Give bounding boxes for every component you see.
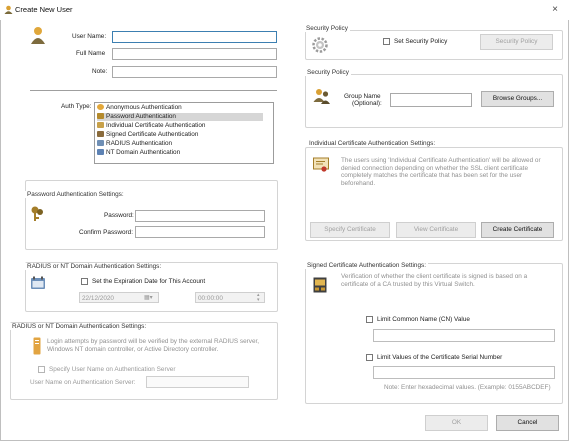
gear-icon [312,37,328,53]
expiration-time-picker[interactable]: 00:00:00 ▴ ▾ [195,292,265,303]
note-input[interactable] [112,66,277,78]
title-bar [0,0,569,20]
security-policy-button[interactable]: Security Policy [480,34,553,50]
certificate-icon [97,122,104,129]
radius-description: Login attempts by password will be verif… [47,338,260,353]
auth-type-list[interactable]: Anonymous Authentication Password Authen… [94,102,274,164]
create-certificate-button[interactable]: Create Certificate [481,222,554,238]
browse-groups-button[interactable]: Browse Groups... [481,91,554,107]
cancel-button[interactable]: Cancel [496,415,559,431]
key-pair-icon [31,206,43,221]
time-spinner-icon[interactable]: ▴ ▾ [257,293,260,303]
key-icon [97,113,104,120]
individual-cert-title: Individual Certificate Authentication Se… [307,140,438,147]
confirm-password-input[interactable] [135,226,265,238]
group-name-input[interactable] [390,93,472,107]
password-input[interactable] [135,210,265,222]
limit-cn-label: Limit Common Name (CN) Value [377,316,470,323]
auth-option-individual-certificate[interactable]: Individual Certificate Authentication [97,122,263,130]
anonymous-icon [97,104,104,111]
user-avatar-icon [31,27,45,44]
serial-value-input[interactable] [373,366,555,379]
signed-cert-title: Signed Certificate Authentication Settin… [305,262,429,269]
certificate-icon-large [313,157,329,172]
confirm-password-label: Confirm Password: [79,229,133,236]
expiration-checkbox-label: Set the Expiration Date for This Account [92,278,206,285]
group-policy-title: Security Policy [305,69,351,76]
auth-option-nt-domain[interactable]: NT Domain Authentication [97,149,263,157]
radius-settings-title: RADIUS or NT Domain Authentication Setti… [10,323,149,330]
user-name-label: User Name: [72,33,107,40]
expiration-title: RADIUS or NT Domain Authentication Setti… [25,263,164,270]
server-name-input[interactable] [146,376,249,388]
full-name-label: Full Name [76,50,106,57]
server-name-label: User Name on Authentication Server: [30,379,136,386]
set-security-policy-label: Set Security Policy [394,38,448,45]
group-name-optional-label: (Optional): [352,100,382,107]
serial-note: Note: Enter hexadecimal values. (Example… [384,384,551,391]
user-name-input[interactable] [112,31,277,43]
expiration-date-picker[interactable]: 22/12/2020 ▦▾ [79,292,159,303]
cn-value-input[interactable] [373,329,555,342]
group-icon [313,89,330,104]
full-name-input[interactable] [112,48,277,60]
auth-option-signed-certificate[interactable]: Signed Certificate Authentication [97,131,263,139]
radius-settings-group [10,322,278,400]
password-settings-title: Password Authentication Settings: [25,191,126,198]
expiration-checkbox[interactable] [81,278,88,285]
limit-serial-label: Limit Values of the Certificate Serial N… [377,354,503,361]
calendar-dropdown-icon: ▦▾ [144,295,153,301]
security-policy-title: Security Policy [304,25,350,32]
expiration-time-value: 00:00:00 [198,294,223,302]
separator [30,90,277,91]
signed-certificate-icon-large [313,277,327,293]
nt-domain-icon [97,149,104,156]
calendar-icon [31,276,45,289]
signed-cert-description: Verification of whether the client certi… [341,273,528,288]
specify-server-name-label: Specify User Name on Authentication Serv… [49,366,176,373]
auth-option-anonymous[interactable]: Anonymous Authentication [97,104,263,112]
view-certificate-button[interactable]: View Certificate [396,222,476,238]
individual-cert-description: The users using 'Individual Certificate … [341,157,541,187]
limit-serial-checkbox[interactable] [366,354,373,361]
radius-server-icon [33,337,41,355]
group-name-label: Group Name [344,93,381,100]
ok-button[interactable]: OK [425,415,488,431]
note-label: Note: [92,68,108,75]
auth-option-password[interactable]: Password Authentication [97,113,263,121]
auth-option-radius[interactable]: RADIUS Authentication [97,140,263,148]
expiration-date-value: 22/12/2020 [82,294,114,302]
radius-icon [97,140,104,147]
password-label: Password: [104,212,134,219]
specify-certificate-button[interactable]: Specify Certificate [310,222,390,238]
set-security-policy-checkbox[interactable] [383,38,390,45]
specify-server-name-checkbox[interactable] [38,366,45,373]
user-icon [4,5,13,14]
window-title: Create New User [15,5,73,14]
limit-cn-checkbox[interactable] [366,316,373,323]
auth-type-label: Auth Type: [61,103,92,110]
close-button[interactable]: × [548,3,562,17]
signed-certificate-icon [97,131,104,138]
